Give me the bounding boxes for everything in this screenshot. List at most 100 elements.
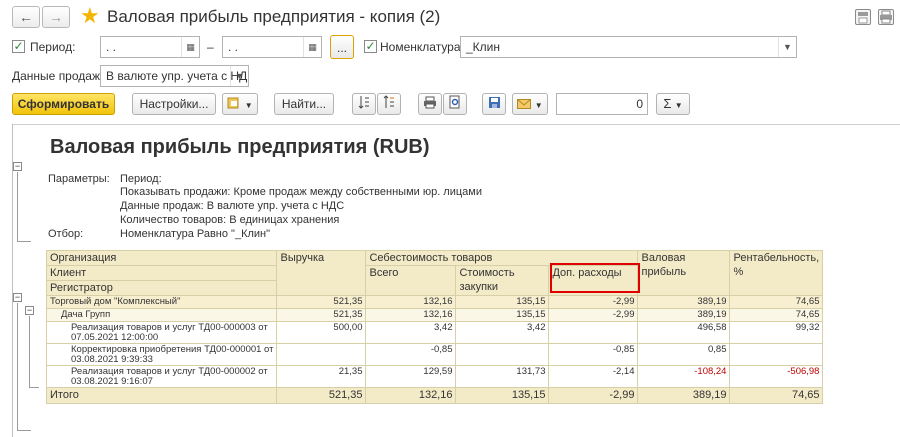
generate-button[interactable]: Сформировать bbox=[12, 93, 115, 115]
table-row[interactable]: Корректировка приобретения ТД00-000001 о… bbox=[45, 343, 824, 366]
sales-data-value: В валюте упр. учета с НД bbox=[106, 69, 248, 83]
collapse-org-icon[interactable]: − bbox=[13, 293, 22, 302]
row-extra bbox=[548, 321, 639, 344]
row-purchase bbox=[455, 343, 550, 366]
header-client: Клиент bbox=[45, 265, 278, 281]
row-gross: 0,85 bbox=[637, 343, 731, 366]
param-sales-data: Данные продаж: В валюте упр. учета с НДС bbox=[120, 200, 345, 212]
row-total: 129,59 bbox=[365, 365, 457, 388]
header-gross: Валовая прибыль bbox=[637, 250, 731, 296]
date-to-value: . . bbox=[228, 40, 239, 54]
tree-line bbox=[17, 172, 18, 242]
period-checkbox[interactable]: ✓ bbox=[12, 40, 25, 53]
header-registrar: Регистратор bbox=[45, 280, 278, 296]
sales-data-label: Данные продаж: bbox=[12, 69, 104, 83]
total-revenue: 521,35 bbox=[276, 387, 367, 404]
row-profit: 99,32 bbox=[729, 321, 824, 344]
date-from-value: . . bbox=[106, 40, 117, 54]
row-extra: -2,99 bbox=[548, 308, 639, 322]
period-select-button[interactable]: ... bbox=[330, 35, 354, 59]
print-preview-button[interactable] bbox=[443, 93, 467, 115]
row-profit: 74,65 bbox=[729, 308, 824, 322]
sales-data-select[interactable]: В валюте упр. учета с НД ▼ bbox=[100, 65, 249, 87]
period-label: Период: bbox=[30, 40, 76, 54]
row-revenue: 500,00 bbox=[276, 321, 367, 344]
collapse-header-icon[interactable]: − bbox=[13, 162, 22, 171]
row-revenue bbox=[276, 343, 367, 366]
group-button[interactable] bbox=[377, 93, 401, 115]
row-revenue: 521,35 bbox=[276, 308, 367, 322]
highlight-extra-costs-box bbox=[550, 263, 640, 293]
calendar-icon[interactable]: ▦ bbox=[181, 37, 199, 57]
window-title: Валовая прибыль предприятия - копия (2) bbox=[107, 7, 441, 26]
header-purchase-line2: закупки bbox=[459, 281, 498, 293]
filter-value: Номенклатура Равно "_Клин" bbox=[120, 228, 271, 240]
row-gross: 389,19 bbox=[637, 308, 731, 322]
sort-button[interactable] bbox=[352, 93, 376, 115]
row-gross: 496,58 bbox=[637, 321, 731, 344]
header-profit-line1: Рентабельность, bbox=[733, 252, 820, 264]
row-document[interactable]: Корректировка приобретения ТД00-000001 о… bbox=[45, 343, 278, 366]
date-from-field[interactable]: . . ▦ bbox=[100, 36, 200, 58]
param-quantity: Количество товаров: В единицах хранения bbox=[120, 214, 340, 226]
row-purchase: 135,15 bbox=[455, 308, 550, 322]
variants-button[interactable]: ▼ bbox=[222, 93, 258, 115]
print-preview-icon bbox=[449, 95, 461, 115]
find-button[interactable]: Найти... bbox=[274, 93, 334, 115]
total-total: 132,16 bbox=[365, 387, 457, 404]
row-name: Дача Групп bbox=[45, 308, 278, 322]
row-total: 132,16 bbox=[365, 308, 457, 322]
sum-mode-button[interactable]: Σ ▼ bbox=[656, 93, 690, 115]
save-icon[interactable] bbox=[855, 9, 871, 25]
row-profit bbox=[729, 343, 824, 366]
table-row[interactable]: Дача Групп 521,35 132,16 135,15 -2,99 38… bbox=[45, 308, 824, 322]
table-row[interactable]: Торговый дом "Комплексный" 521,35 132,16… bbox=[45, 295, 824, 309]
row-total: 3,42 bbox=[365, 321, 457, 344]
row-extra: -0,85 bbox=[548, 343, 639, 366]
save-button[interactable] bbox=[482, 93, 506, 115]
forward-arrow-icon: → bbox=[49, 9, 63, 25]
report-top-border bbox=[12, 124, 900, 125]
row-purchase: 135,15 bbox=[455, 295, 550, 309]
table-row[interactable]: Реализация товаров и услуг ТД00-000002 о… bbox=[45, 365, 824, 388]
sigma-icon: Σ bbox=[663, 96, 672, 111]
dropdown-icon[interactable]: ▼ bbox=[778, 37, 796, 57]
tree-line bbox=[17, 241, 31, 242]
forward-button[interactable]: → bbox=[42, 6, 70, 28]
print-icon[interactable] bbox=[878, 9, 894, 25]
tree-line bbox=[29, 387, 39, 388]
date-separator: – bbox=[207, 40, 214, 54]
row-profit: 74,65 bbox=[729, 295, 824, 309]
collapse-client-icon[interactable]: − bbox=[25, 306, 34, 315]
header-profit-line2: % bbox=[733, 266, 744, 278]
params-label: Параметры: bbox=[48, 173, 110, 185]
header-purchase-line1: Стоимость bbox=[459, 267, 515, 279]
tree-line bbox=[17, 430, 31, 431]
row-revenue: 21,35 bbox=[276, 365, 367, 388]
back-button[interactable]: ← bbox=[12, 6, 40, 28]
header-gross-line2: прибыль bbox=[641, 266, 687, 278]
favorite-star-icon[interactable]: ★ bbox=[80, 3, 100, 29]
settings-button[interactable]: Настройки... bbox=[132, 93, 216, 115]
print-button[interactable] bbox=[418, 93, 442, 115]
dropdown-icon: ▼ bbox=[534, 101, 543, 110]
send-button[interactable]: ▼ bbox=[512, 93, 548, 115]
header-gross-line1: Валовая bbox=[641, 252, 686, 264]
row-document[interactable]: Реализация товаров и услуг ТД00-000003 о… bbox=[45, 321, 278, 344]
row-doc-line2: 07.05.2021 12:00:00 bbox=[71, 332, 159, 343]
nomenclature-value: _Клин bbox=[466, 40, 500, 54]
row-total: 132,16 bbox=[365, 295, 457, 309]
row-extra: -2,14 bbox=[548, 365, 639, 388]
nomenclature-checkbox[interactable]: ✓ bbox=[364, 40, 377, 53]
sum-field[interactable]: 0 bbox=[556, 93, 648, 115]
calendar-icon[interactable]: ▦ bbox=[303, 37, 321, 57]
date-to-field[interactable]: . . ▦ bbox=[222, 36, 322, 58]
variants-icon bbox=[227, 95, 241, 115]
nomenclature-field[interactable]: _Клин ▼ bbox=[460, 36, 797, 58]
tree-line bbox=[29, 316, 30, 388]
total-gross: 389,19 bbox=[637, 387, 731, 404]
dropdown-icon[interactable]: ▼ bbox=[230, 66, 248, 86]
header-total: Всего bbox=[365, 265, 457, 296]
row-document[interactable]: Реализация товаров и услуг ТД00-000002 о… bbox=[45, 365, 278, 388]
table-row[interactable]: Реализация товаров и услуг ТД00-000003 о… bbox=[45, 321, 824, 344]
